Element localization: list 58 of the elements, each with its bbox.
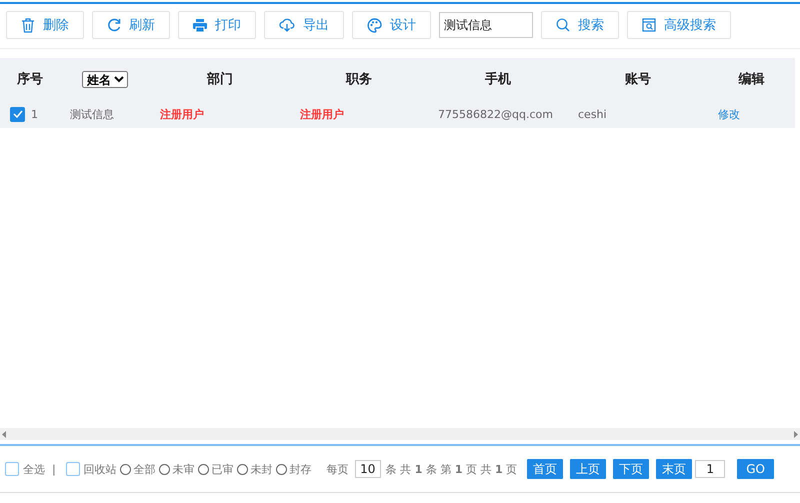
filter-radio[interactable] <box>236 464 248 474</box>
column-header: 职务 <box>346 72 372 87</box>
select-all-label: 全选 <box>23 462 45 476</box>
cloud-download-icon <box>279 18 295 32</box>
advanced-search-button[interactable]: 高级搜索 <box>627 11 731 39</box>
row-checkbox[interactable] <box>10 106 25 122</box>
horizontal-scrollbar[interactable] <box>0 428 800 440</box>
table-cell: 775586822@qq.com <box>438 108 553 120</box>
filter-label: 已审 <box>212 462 234 476</box>
per-page-field[interactable]: 10 <box>354 460 381 478</box>
per-page-label: 每页 <box>326 462 349 476</box>
table-cell: ceshi <box>578 108 607 120</box>
search-field[interactable]: 测试信息 <box>439 12 533 38</box>
column-header: 部门 <box>207 72 233 87</box>
search-icon <box>556 18 570 32</box>
table-cell: 测试信息 <box>70 108 114 120</box>
export-button[interactable]: 导出 <box>264 11 344 39</box>
filter-radio[interactable] <box>198 464 209 474</box>
refresh-icon <box>107 18 121 32</box>
go-button[interactable]: GO <box>737 459 774 479</box>
column-header: 账号 <box>625 72 651 87</box>
filter-label: 未封 <box>250 462 273 476</box>
edit-link[interactable]: 修改 <box>718 108 740 120</box>
search-button[interactable]: 搜索 <box>541 11 619 39</box>
page-field[interactable]: 1 <box>695 460 726 478</box>
recycle-label: 回收站 <box>84 462 117 476</box>
delete-button[interactable]: 删除 <box>6 11 84 39</box>
printer-icon <box>193 18 207 32</box>
scroll-right-icon[interactable] <box>793 430 798 438</box>
refresh-button[interactable]: 刷新 <box>92 11 170 39</box>
print-button[interactable]: 打印 <box>178 11 256 39</box>
page-summary: 条 共 1 条 第 1 页 共 1 页 <box>386 462 518 476</box>
checkmark-icon <box>12 110 22 118</box>
pager-button[interactable]: 首页 <box>527 459 564 479</box>
table-cell: 注册用户 <box>300 108 344 120</box>
filter-radio[interactable] <box>276 464 287 474</box>
column-header: 手机 <box>485 72 511 87</box>
recycle-checkbox[interactable] <box>66 462 80 476</box>
palette-icon <box>367 18 382 32</box>
column-header: 编辑 <box>738 72 764 87</box>
name-select[interactable]: 姓名 <box>82 70 128 88</box>
table-cell: 注册用户 <box>160 108 204 120</box>
select-all-checkbox[interactable] <box>5 462 19 476</box>
trash-icon <box>21 18 35 32</box>
filter-radio[interactable] <box>120 464 131 474</box>
filter-label: 未审 <box>172 462 195 476</box>
filter-label: 全部 <box>134 462 156 476</box>
filter-radio[interactable] <box>158 464 170 474</box>
pager-button[interactable]: 上页 <box>570 459 606 479</box>
row-number: 1 <box>31 108 38 120</box>
pager-button[interactable]: 下页 <box>613 459 650 479</box>
design-button[interactable]: 设计 <box>352 11 431 39</box>
search-form-icon <box>642 18 656 32</box>
separator: | <box>52 462 56 476</box>
column-header: 序号 <box>17 72 43 87</box>
scroll-left-icon[interactable] <box>2 430 7 438</box>
filter-label: 封存 <box>290 462 312 476</box>
pager-button[interactable]: 末页 <box>656 459 692 479</box>
